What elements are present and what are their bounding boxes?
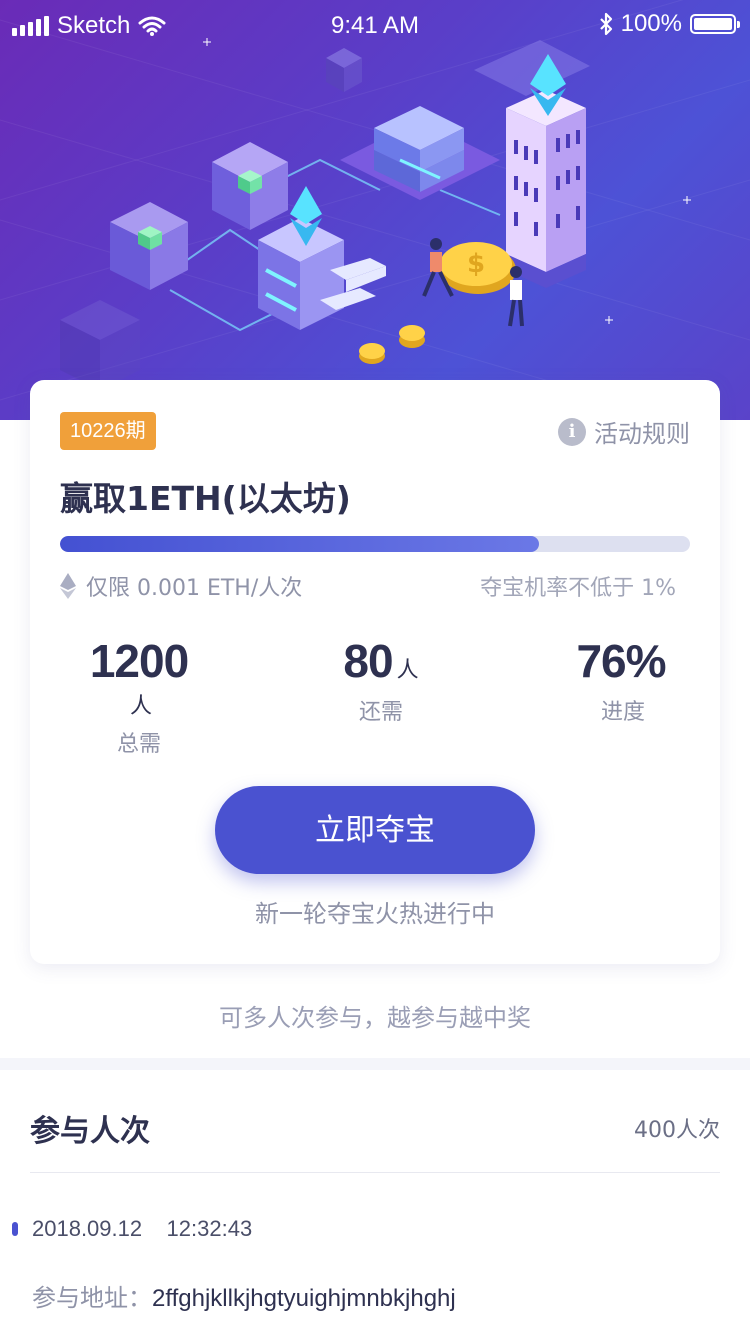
address-value: 2ffghjkllkjhgtyuighjmnbkjhghj [152, 1285, 456, 1312]
record-time: 2018.09.12 12:32:43 [32, 1216, 253, 1241]
divider-line [30, 1172, 720, 1173]
participation-note: 可多人次参与，越参与越中奖 [219, 1004, 531, 1032]
status-bar: Sketch 9:41 AM 100% [0, 0, 750, 52]
stat-value: 80 [343, 635, 393, 687]
battery-icon [690, 14, 740, 34]
limit-info: 仅限 0.001 ETH/人次 [60, 570, 302, 602]
lottery-card: 10226期 i 活动规则 赢取1ETH(以太坊) 仅限 0.001 ETH/人… [30, 380, 720, 964]
bluetooth-icon [599, 12, 612, 36]
stat-value: 76% [576, 635, 666, 687]
stat-label: 还需 [358, 700, 403, 725]
record-address: 参与地址：2ffghjkllkjhgtyuighjmnbkjhghj [32, 1278, 456, 1313]
period-badge: 10226期 [60, 412, 156, 450]
address-label: 参与地址： [32, 1284, 152, 1312]
progress-fill [60, 536, 539, 552]
section-divider [0, 1058, 750, 1070]
stat-total: 1200 人 总需 [84, 634, 194, 758]
progress-bar [60, 536, 690, 552]
stat-label: 总需 [116, 732, 161, 757]
svg-text:$: $ [467, 249, 485, 279]
rules-label: 活动规则 [594, 420, 690, 448]
prize-title: 赢取1ETH(以太坊) [60, 479, 351, 518]
stat-label: 进度 [600, 700, 645, 725]
hero-banner: $ [0, 0, 750, 420]
stat-value: 1200 [89, 635, 189, 687]
stat-unit: 人 [396, 658, 419, 683]
eth-icon [60, 573, 76, 599]
stat-progress: 76% 进度 [568, 634, 678, 726]
info-icon: i [558, 417, 586, 446]
win-rate-text: 夺宝机率不低于 1% [480, 576, 676, 601]
participants-title: 参与人次 [30, 1114, 150, 1149]
limit-text: 仅限 0.001 ETH/人次 [86, 576, 303, 601]
stat-unit: 人 [129, 694, 152, 719]
participants-count: 400人次 [634, 1118, 720, 1143]
blockchain-illustration: $ [0, 0, 750, 420]
snatch-now-button[interactable]: 立即夺宝 [215, 786, 535, 874]
stat-remaining: 80 人 还需 [326, 634, 436, 726]
battery-percent: 100% [620, 10, 682, 37]
round-status-text: 新一轮夺宝火热进行中 [255, 900, 495, 928]
activity-rules-link[interactable]: i 活动规则 [558, 414, 690, 449]
record-marker [12, 1222, 18, 1236]
